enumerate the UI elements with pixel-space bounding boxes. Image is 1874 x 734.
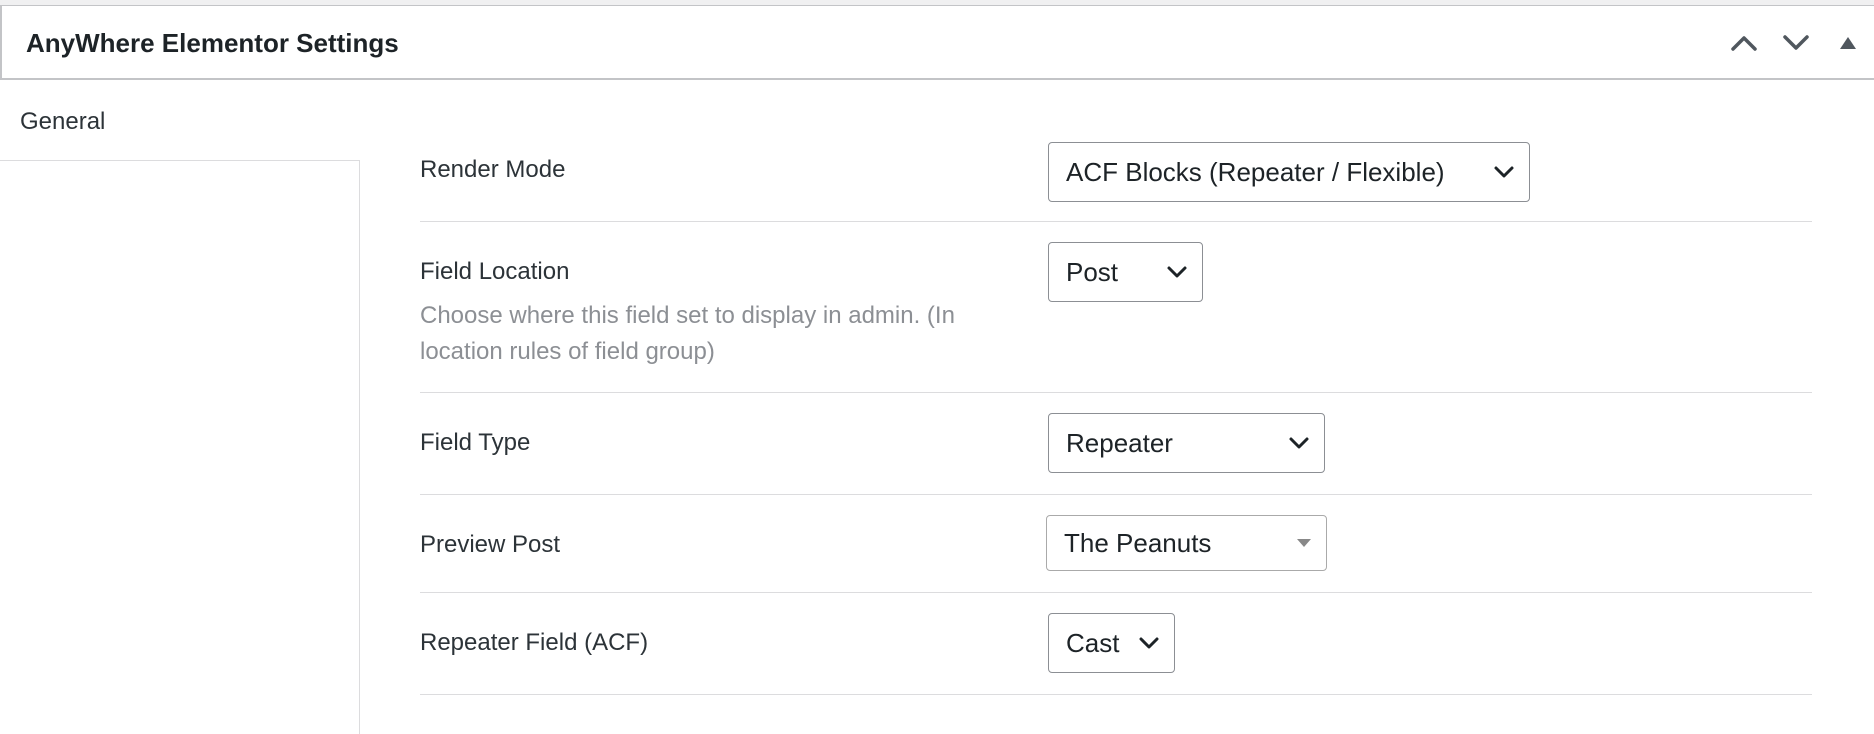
tab-general[interactable]: General	[0, 80, 360, 160]
field-type-select[interactable]: Repeater	[1048, 413, 1325, 473]
preview-post-select[interactable]: The Peanuts	[1046, 515, 1327, 571]
preview-post-value: The Peanuts	[1064, 527, 1212, 558]
chevron-down-icon	[1167, 266, 1187, 278]
render-mode-value: ACF Blocks (Repeater / Flexible)	[1066, 156, 1445, 187]
render-mode-label: Render Mode	[420, 156, 566, 183]
repeater-field-label: Repeater Field (ACF)	[420, 629, 649, 656]
setting-row-field-location: Field Location Choose where this field s…	[420, 222, 1812, 393]
repeater-field-select[interactable]: Cast	[1048, 613, 1175, 673]
repeater-field-value: Cast	[1066, 627, 1120, 658]
chevron-down-icon	[1139, 637, 1159, 649]
move-up-button[interactable]	[1718, 6, 1770, 80]
preview-post-label: Preview Post	[420, 531, 561, 558]
render-mode-select[interactable]: ACF Blocks (Repeater / Flexible)	[1048, 142, 1530, 202]
field-location-label: Field Location	[420, 258, 570, 285]
sidebar-body	[0, 160, 360, 734]
field-location-description: Choose where this field set to display i…	[420, 302, 955, 365]
setting-row-repeater-field: Repeater Field (ACF) Cast	[420, 593, 1812, 695]
setting-row-field-type: Field Type Repeater	[420, 393, 1812, 495]
chevron-down-icon	[1289, 437, 1309, 449]
triangle-up-icon	[1840, 37, 1856, 49]
panel-header-controls	[1718, 6, 1874, 80]
move-down-button[interactable]	[1770, 6, 1822, 80]
panel-title: AnyWhere Elementor Settings	[26, 28, 399, 58]
setting-row-render-mode: Render Mode ACF Blocks (Repeater / Flexi…	[420, 80, 1812, 222]
setting-row-preview-post: Preview Post The Peanuts	[420, 495, 1812, 593]
toggle-panel-button[interactable]	[1822, 6, 1874, 80]
chevron-down-icon	[1494, 166, 1514, 178]
tab-general-label: General	[20, 108, 106, 135]
field-location-select[interactable]: Post	[1048, 242, 1203, 302]
field-type-label: Field Type	[420, 429, 531, 456]
chevron-down-icon	[1783, 35, 1809, 50]
field-location-value: Post	[1066, 256, 1119, 287]
field-type-value: Repeater	[1066, 427, 1173, 458]
panel-header: AnyWhere Elementor Settings	[0, 6, 1874, 80]
triangle-down-icon	[1297, 539, 1311, 547]
chevron-up-icon	[1731, 36, 1757, 51]
sidebar: General	[0, 80, 360, 734]
